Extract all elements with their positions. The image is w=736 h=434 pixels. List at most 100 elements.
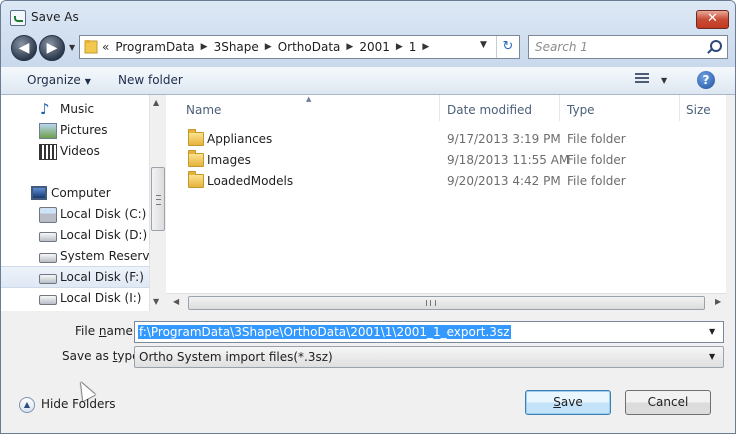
nav-item-local-disk-c[interactable]: Local Disk (C:) bbox=[1, 204, 149, 224]
file-row[interactable]: Appliances 9/17/2013 3:19 PM File folder bbox=[182, 129, 722, 149]
scroll-down-icon[interactable]: ▼ bbox=[153, 297, 159, 306]
pictures-icon bbox=[39, 123, 57, 139]
search-icon[interactable] bbox=[710, 40, 722, 52]
save-button[interactable]: Save bbox=[525, 390, 611, 415]
file-type: File folder bbox=[567, 132, 626, 146]
file-list: ▲ Name Date modified Type Size Appliance… bbox=[166, 95, 726, 311]
label-text: File bbox=[75, 324, 99, 338]
cancel-button[interactable]: Cancel bbox=[625, 390, 711, 415]
button-accesskey: S bbox=[553, 395, 561, 409]
nav-item-system-reserved[interactable]: System Reserved bbox=[1, 246, 164, 266]
breadcrumb: « ProgramData ▶ 3Shape ▶ OrthoData ▶ 200… bbox=[102, 36, 435, 58]
nav-item-local-disk-d[interactable]: Local Disk (D:) bbox=[1, 225, 149, 245]
back-button[interactable]: ◀ bbox=[11, 35, 37, 61]
file-date: 9/18/2013 11:55 AM bbox=[447, 153, 570, 167]
refresh-icon[interactable]: ↻ bbox=[496, 36, 519, 58]
hide-folders-label: Hide Folders bbox=[41, 397, 116, 411]
chevron-down-icon[interactable]: ▼ bbox=[709, 352, 715, 361]
folder-icon bbox=[188, 150, 204, 167]
chevron-up-icon: ▲ bbox=[19, 397, 35, 413]
file-row[interactable]: LoadedModels 9/20/2013 4:42 PM File fold… bbox=[182, 171, 722, 191]
save-as-type-select[interactable]: Ortho System import files(*.3sz) ▼ bbox=[134, 346, 724, 368]
nav-item-label: Local Disk (I:) bbox=[60, 291, 142, 305]
file-list-scrollbar[interactable]: ◀ ▶ bbox=[166, 293, 726, 311]
videos-icon bbox=[39, 144, 57, 160]
chevron-down-icon[interactable]: ▼ bbox=[661, 76, 667, 85]
new-folder-button[interactable]: New folder bbox=[118, 73, 183, 87]
column-header-date-modified[interactable]: Date modified bbox=[447, 103, 532, 117]
breadcrumb-item[interactable]: 2001 bbox=[359, 40, 390, 54]
scroll-right-icon[interactable]: ▶ bbox=[715, 297, 721, 306]
nav-item-local-disk-i[interactable]: Local Disk (I:) bbox=[1, 288, 149, 308]
file-type: File folder bbox=[567, 174, 626, 188]
column-header-type[interactable]: Type bbox=[567, 103, 595, 117]
sort-ascending-icon: ▲ bbox=[306, 95, 312, 103]
nav-item-computer[interactable]: Computer bbox=[1, 183, 149, 203]
save-as-type-label: Save as type: bbox=[62, 349, 144, 363]
disk-icon bbox=[39, 253, 57, 263]
breadcrumb-item[interactable]: OrthoData bbox=[278, 40, 341, 54]
breadcrumb-separator-icon[interactable]: ▶ bbox=[201, 42, 208, 52]
file-type: File folder bbox=[567, 153, 626, 167]
chevron-down-icon[interactable]: ▼ bbox=[709, 327, 715, 336]
column-header-size[interactable]: Size bbox=[686, 103, 711, 117]
disk-icon bbox=[39, 232, 57, 242]
organize-button[interactable]: Organize ▼ bbox=[27, 73, 91, 87]
column-header-name[interactable]: Name bbox=[186, 103, 221, 117]
save-as-type-value: Ortho System import files(*.3sz) bbox=[139, 350, 333, 364]
music-icon: ♪ bbox=[40, 100, 50, 118]
breadcrumb-item[interactable]: 3Shape bbox=[214, 40, 259, 54]
scroll-left-icon[interactable]: ◀ bbox=[173, 297, 179, 306]
disk-icon bbox=[39, 295, 57, 305]
breadcrumb-overflow-icon[interactable]: « bbox=[102, 40, 109, 54]
scrollbar-thumb[interactable] bbox=[151, 167, 165, 231]
folder-icon bbox=[188, 129, 204, 146]
breadcrumb-separator-icon[interactable]: ▶ bbox=[396, 42, 403, 52]
computer-icon bbox=[31, 186, 47, 200]
nav-item-pictures[interactable]: Pictures bbox=[1, 120, 149, 140]
navigation-scrollbar[interactable]: ▲ ▼ bbox=[149, 95, 165, 311]
organize-label: Organize bbox=[27, 73, 81, 87]
file-row[interactable]: Images 9/18/2013 11:55 AM File folder bbox=[182, 150, 722, 170]
breadcrumb-item[interactable]: ProgramData bbox=[115, 40, 194, 54]
label-text: Save as bbox=[62, 349, 113, 363]
address-bar[interactable]: « ProgramData ▶ 3Shape ▶ OrthoData ▶ 200… bbox=[79, 35, 520, 59]
breadcrumb-item[interactable]: 1 bbox=[409, 40, 417, 54]
recent-pages-dropdown-icon[interactable]: ▼ bbox=[69, 43, 75, 52]
nav-item-videos[interactable]: Videos bbox=[1, 141, 149, 161]
chevron-down-icon: ▼ bbox=[84, 77, 91, 86]
breadcrumb-separator-icon[interactable]: ▶ bbox=[346, 42, 353, 52]
address-dropdown-icon[interactable]: ▼ bbox=[480, 40, 487, 50]
search-box[interactable]: Search 1 bbox=[528, 35, 728, 59]
nav-item-label: Local Disk (D:) bbox=[60, 228, 148, 242]
nav-item-label: Local Disk (C:) bbox=[60, 207, 147, 221]
file-date: 9/17/2013 3:19 PM bbox=[447, 132, 561, 146]
close-button[interactable]: ✕ bbox=[696, 10, 729, 29]
label-text: ame: bbox=[106, 324, 137, 338]
file-name: Appliances bbox=[207, 132, 273, 146]
windows-disk-icon bbox=[39, 207, 57, 223]
breadcrumb-separator-icon[interactable]: ▶ bbox=[422, 42, 429, 52]
label-accesskey: n bbox=[98, 324, 107, 338]
search-input[interactable]: Search 1 bbox=[535, 40, 588, 54]
help-icon[interactable]: ? bbox=[697, 71, 715, 89]
filename-input[interactable]: f:\ProgramData\3Shape\OrthoData\2001\1\2… bbox=[138, 325, 511, 339]
nav-item-label: Music bbox=[60, 102, 95, 116]
folder-icon bbox=[84, 39, 98, 54]
app-icon bbox=[10, 10, 26, 26]
view-options-icon[interactable] bbox=[635, 73, 649, 86]
nav-item-music[interactable]: ♪ Music bbox=[1, 99, 149, 119]
button-label: ave bbox=[560, 395, 583, 409]
file-date: 9/20/2013 4:42 PM bbox=[447, 174, 561, 188]
nav-item-local-disk-f[interactable]: Local Disk (F:) bbox=[1, 266, 149, 288]
filename-field[interactable]: f:\ProgramData\3Shape\OrthoData\2001\1\2… bbox=[134, 321, 724, 343]
title-bar: Save As ✕ ◀ ▶ ▼ « ProgramData ▶ 3Shape ▶… bbox=[1, 1, 735, 67]
breadcrumb-separator-icon[interactable]: ▶ bbox=[265, 42, 272, 52]
scrollbar-thumb[interactable] bbox=[188, 296, 705, 310]
scroll-up-icon[interactable]: ▲ bbox=[153, 98, 159, 107]
navigation-pane: ♪ Music Pictures Videos Computer Local D… bbox=[1, 95, 164, 311]
column-headers: ▲ Name Date modified Type Size bbox=[166, 95, 726, 122]
forward-button[interactable]: ▶ bbox=[39, 35, 65, 61]
file-name: LoadedModels bbox=[207, 174, 294, 188]
filename-label: File name: bbox=[75, 324, 137, 338]
